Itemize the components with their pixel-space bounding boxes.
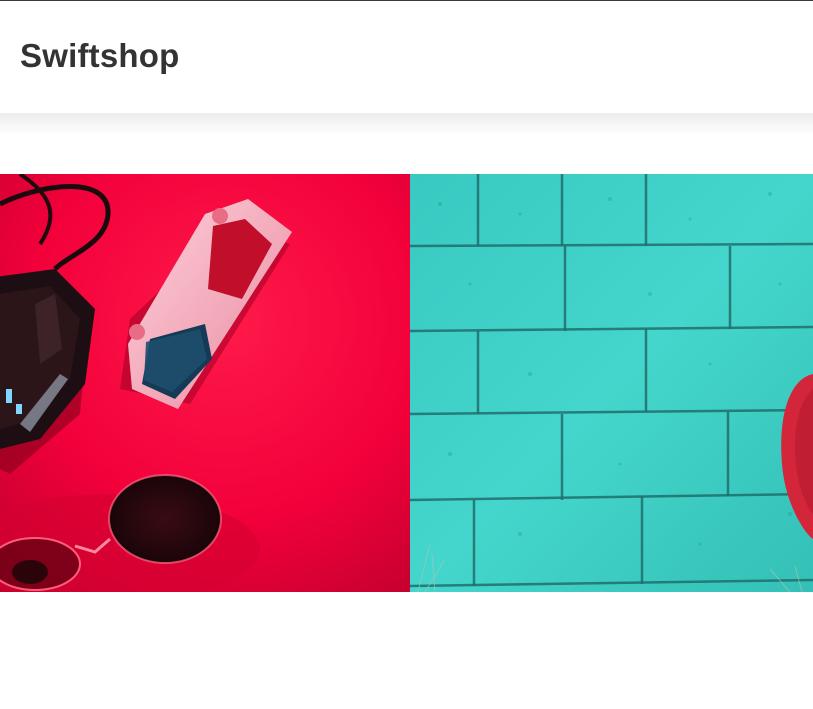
brand-logo-link[interactable]: Swiftshop <box>20 39 179 72</box>
gaming-gear-on-red-photo[interactable] <box>0 174 410 592</box>
brick-wall-image <box>410 174 813 592</box>
header-shadow <box>0 113 813 135</box>
gaming-gear-image <box>0 174 410 592</box>
site-header: Swiftshop <box>0 1 813 113</box>
turquoise-brick-wall-photo[interactable] <box>410 174 813 592</box>
hero-gallery <box>0 174 813 592</box>
